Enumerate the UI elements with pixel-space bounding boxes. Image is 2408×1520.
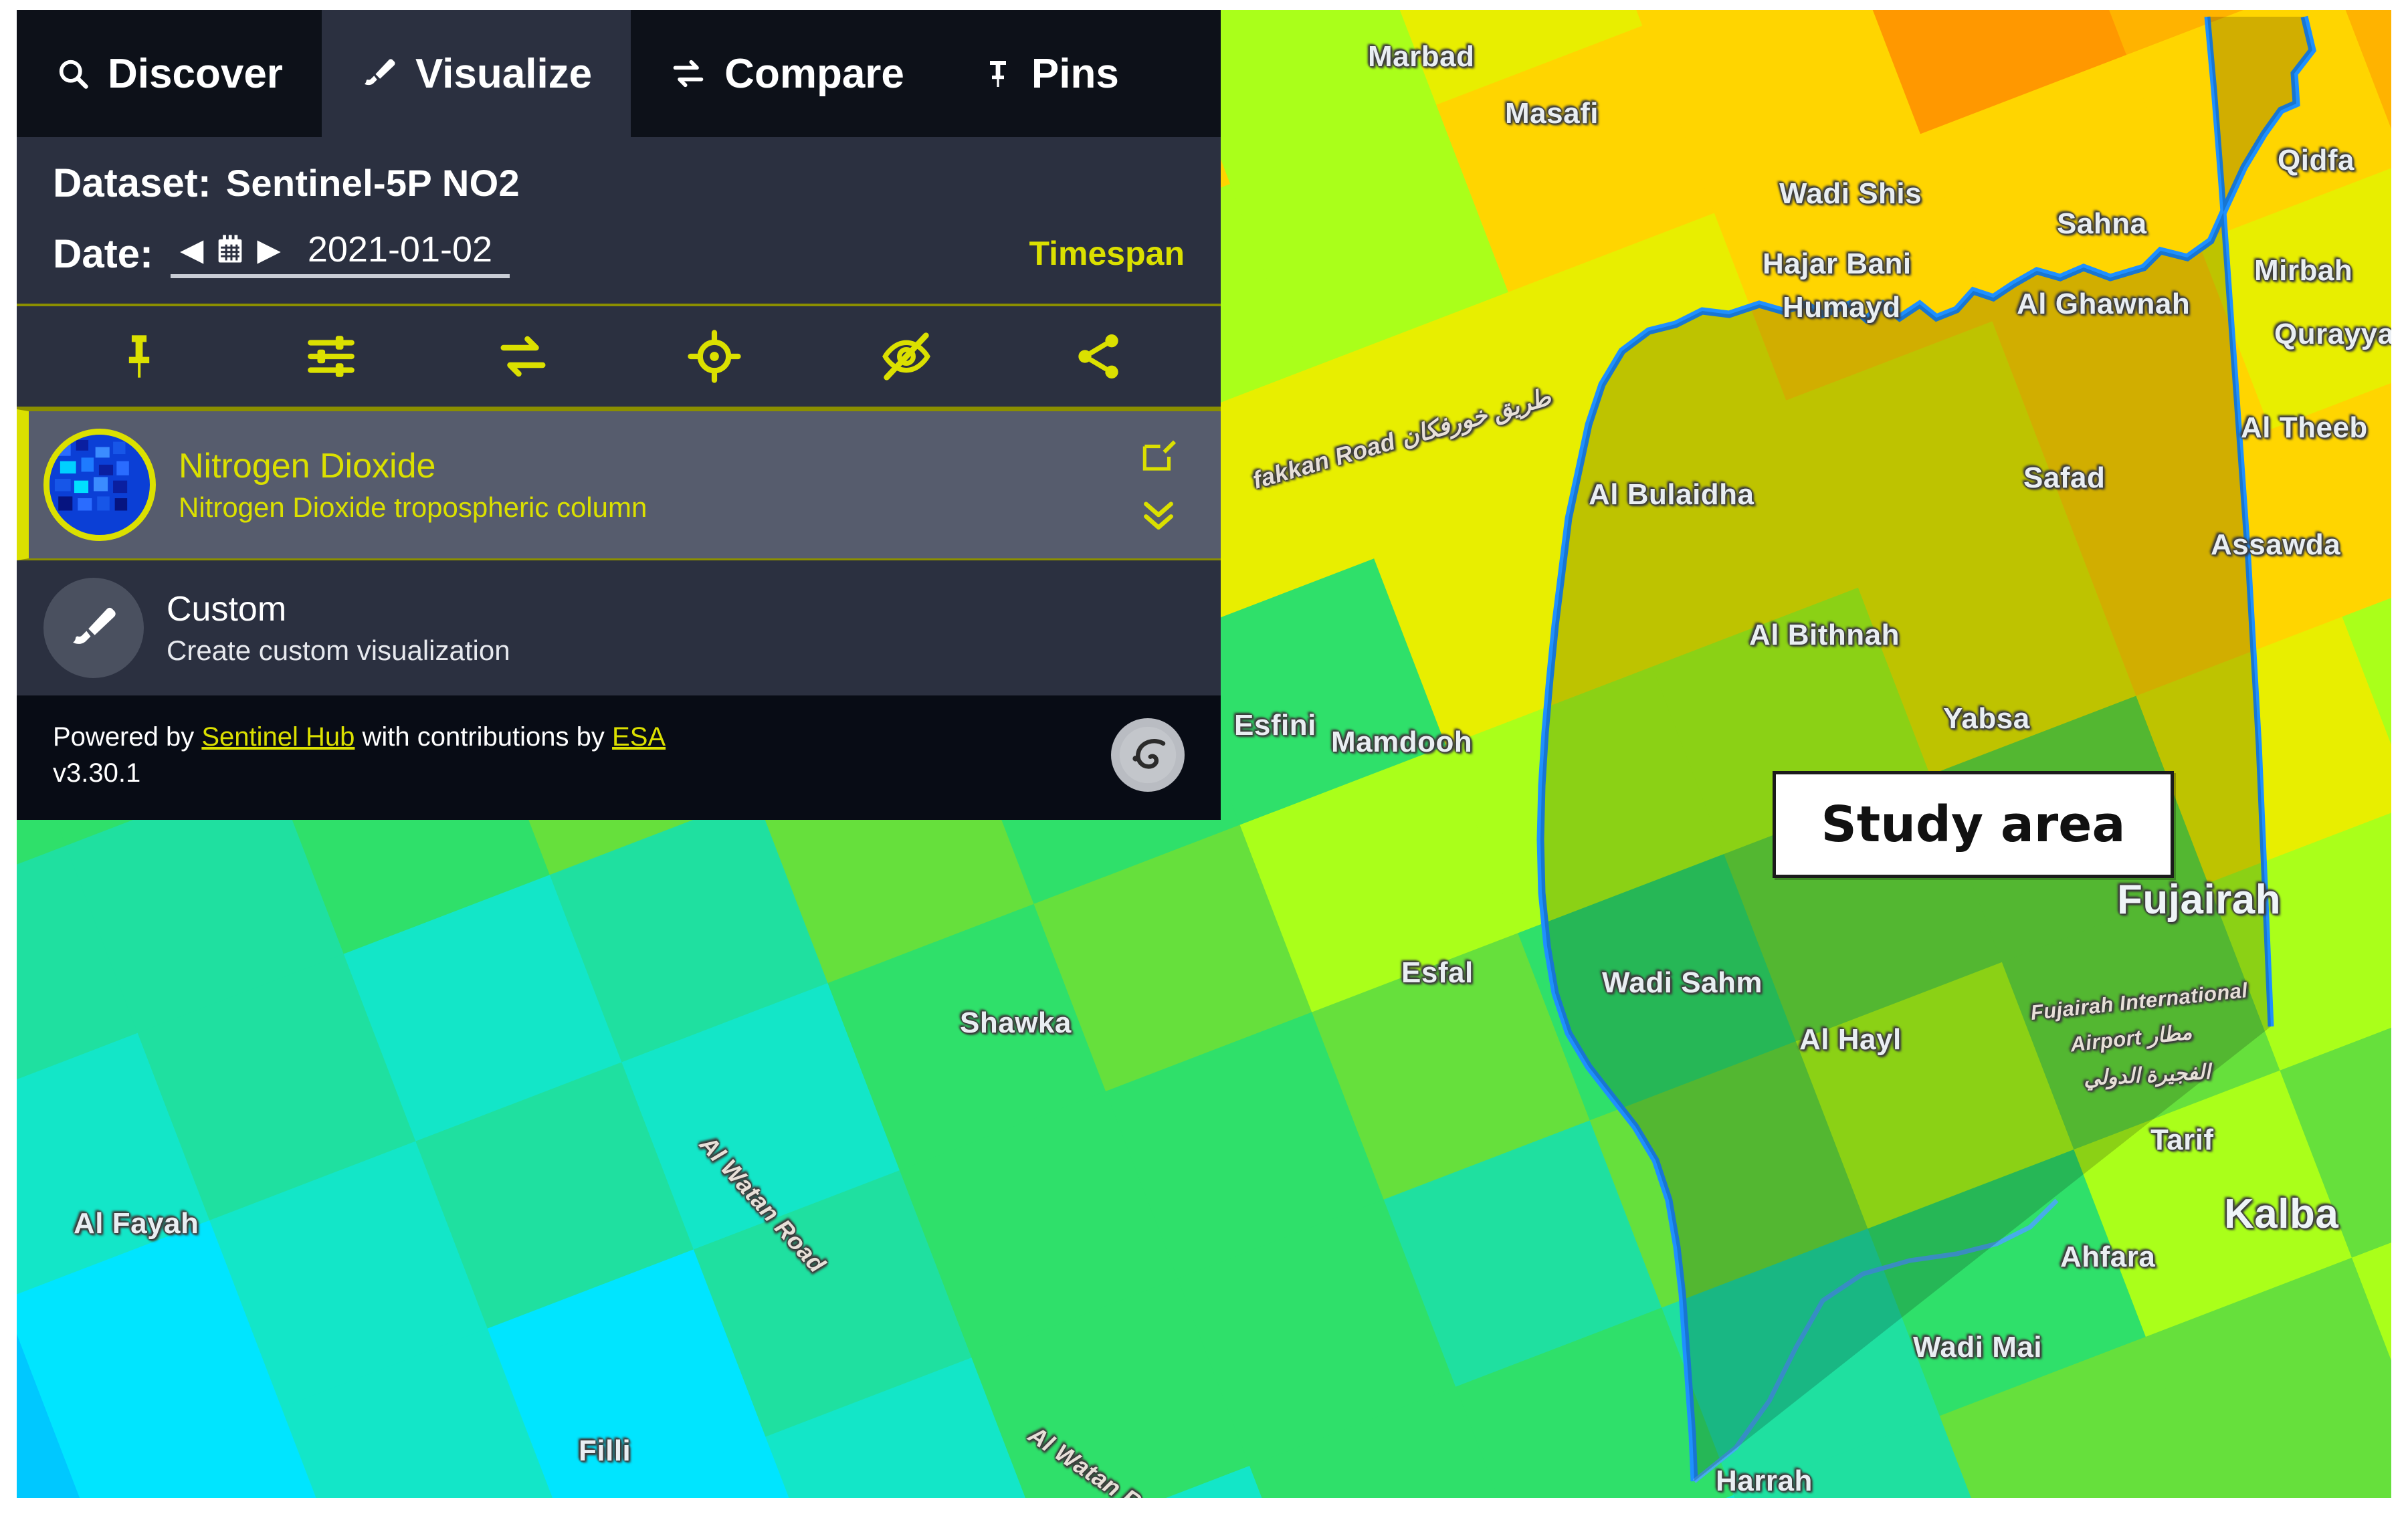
tab-compare-label: Compare — [724, 50, 904, 97]
timespan-button[interactable]: Timespan — [1029, 234, 1185, 273]
sentinel-hub-link[interactable]: Sentinel Hub — [201, 722, 355, 752]
tab-pins[interactable]: Pins — [943, 10, 1158, 137]
screenshot-frame: Marbad Masafi Wadi Shis Sahna Qidfa Hajar Ban… — [17, 10, 2391, 1498]
left-arrow-icon[interactable]: ◀ — [171, 234, 213, 265]
visualize-panel[interactable]: Discover Visualize Compare Pins Dataset:… — [17, 10, 1221, 820]
tab-pins-label: Pins — [1031, 50, 1119, 97]
edit-icon[interactable] — [1138, 436, 1179, 477]
no2-globe-thumbnail — [43, 429, 156, 541]
calendar-icon[interactable] — [213, 231, 247, 268]
paintbrush-icon — [364, 59, 395, 86]
esa-link[interactable]: ESA — [612, 722, 666, 752]
layer-actions[interactable] — [1138, 436, 1179, 534]
layer-list[interactable]: Nitrogen Dioxide Nitrogen Dioxide tropos… — [17, 409, 1221, 695]
layer-item-custom[interactable]: Custom Create custom visualization — [17, 560, 1221, 695]
date-value[interactable]: 2021-01-02 — [308, 229, 492, 270]
toolbar-compare-button[interactable] — [486, 320, 560, 393]
share-icon — [1078, 334, 1118, 378]
layer-text-block: Nitrogen Dioxide Nitrogen Dioxide tropos… — [179, 446, 1138, 524]
no2-thumbnail-pattern — [49, 435, 138, 523]
compare-arrows-icon — [500, 336, 546, 377]
attribution-text: Powered by Sentinel Hub with contributio… — [53, 719, 666, 791]
dataset-row: Dataset: Sentinel-5P NO2 — [53, 160, 1185, 206]
paintbrush-icon — [73, 607, 116, 644]
pin-icon — [129, 335, 150, 378]
layer-description: Nitrogen Dioxide tropospheric column — [179, 492, 647, 523]
sliders-icon — [308, 336, 355, 377]
tab-visualize[interactable]: Visualize — [321, 10, 631, 137]
layer-title: Nitrogen Dioxide — [179, 447, 436, 485]
toolbar-settings-button[interactable] — [294, 320, 368, 393]
crosshair-icon — [688, 330, 741, 383]
compare-arrows-icon — [673, 60, 704, 88]
toolbar-locate-button[interactable] — [678, 320, 751, 393]
study-area-callout-label: Study area — [1821, 796, 2126, 853]
layer-item-nitrogen-dioxide[interactable]: Nitrogen Dioxide Nitrogen Dioxide tropos… — [17, 409, 1221, 560]
attribution-prefix: Powered by — [53, 722, 202, 752]
visualize-toolbar[interactable] — [17, 304, 1221, 409]
layer-text-block: Custom Create custom visualization — [167, 589, 1194, 667]
layer-description: Create custom visualization — [167, 635, 510, 666]
search-icon — [59, 60, 88, 89]
toolbar-pin-button[interactable] — [102, 320, 176, 393]
tab-compare[interactable]: Compare — [631, 10, 943, 137]
chevron-double-down-icon[interactable] — [1138, 496, 1179, 534]
version-label: v3.30.1 — [53, 758, 141, 788]
panel-tabbar[interactable]: Discover Visualize Compare Pins — [17, 10, 1221, 137]
dataset-block: Dataset: Sentinel-5P NO2 Date: ◀ ▶ 2021-… — [17, 137, 1221, 285]
date-label: Date: — [53, 231, 154, 276]
tab-discover-label: Discover — [108, 50, 283, 97]
custom-layer-thumbnail — [43, 578, 144, 678]
dataset-label: Dataset: — [53, 160, 211, 205]
right-arrow-icon[interactable]: ▶ — [247, 234, 290, 265]
layer-title: Custom — [167, 590, 287, 629]
date-row: Date: ◀ ▶ 2021-01-02 Timespan — [53, 229, 1185, 278]
study-area-callout: Study area — [1773, 771, 2174, 878]
date-control[interactable]: ◀ ▶ 2021-01-02 — [171, 229, 510, 278]
attribution-middle: with contributions by — [355, 722, 613, 752]
tab-discover[interactable]: Discover — [17, 10, 322, 137]
eye-off-icon — [882, 332, 930, 381]
toolbar-share-button[interactable] — [1062, 320, 1135, 393]
pin-icon — [989, 61, 1006, 87]
esa-logo — [1111, 718, 1185, 792]
toolbar-hide-layer-button[interactable] — [870, 320, 943, 393]
esa-logo-mark — [1119, 726, 1177, 784]
dataset-value[interactable]: Sentinel-5P NO2 — [226, 161, 520, 205]
tab-visualize-label: Visualize — [415, 50, 593, 97]
panel-footer: Powered by Sentinel Hub with contributio… — [17, 695, 1221, 820]
